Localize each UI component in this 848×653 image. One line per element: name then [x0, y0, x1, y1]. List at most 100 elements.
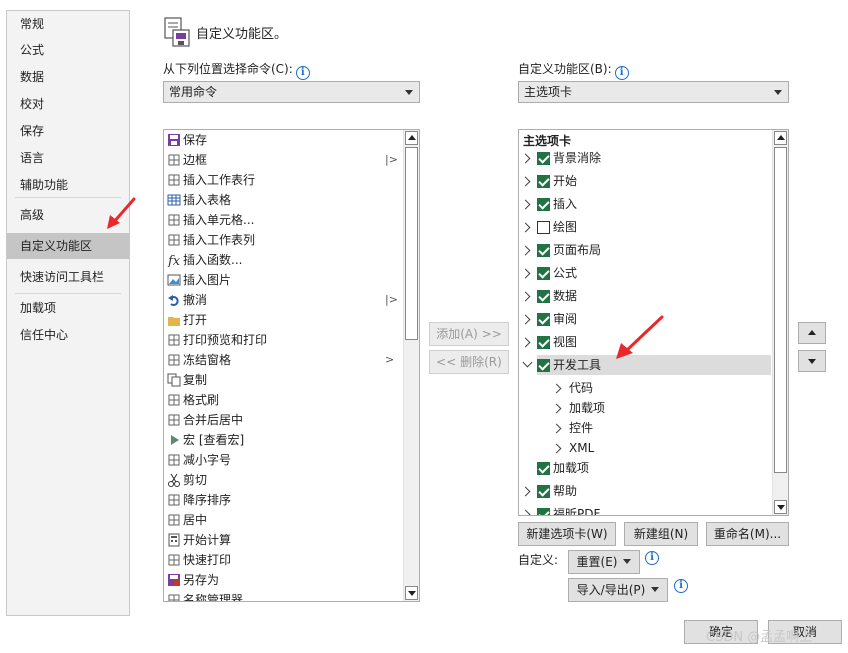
chevron-right-icon[interactable] [520, 337, 531, 348]
chevron-right-icon[interactable] [520, 509, 531, 515]
new-group-button[interactable]: 新建组(N) [624, 522, 698, 546]
chevron-right-icon[interactable] [520, 199, 531, 210]
tree-tab-item[interactable]: 绘图 [519, 217, 771, 237]
chevron-right-icon[interactable] [520, 222, 531, 233]
import-export-button[interactable]: 导入/导出(P) [568, 578, 668, 602]
list-item[interactable]: 插入工作表行 [165, 170, 403, 190]
chevron-right-icon[interactable] [551, 403, 562, 414]
checkbox[interactable] [537, 462, 550, 475]
nav-item[interactable]: 数据 [7, 64, 129, 90]
chevron-right-icon[interactable] [551, 383, 562, 394]
info-icon[interactable]: i [674, 579, 688, 593]
tree-tab-item[interactable]: 加载项 [519, 458, 771, 478]
list-item[interactable]: fx 插入函数... [165, 250, 403, 270]
checkbox[interactable] [537, 359, 550, 372]
info-icon[interactable]: i [295, 66, 310, 80]
scroll-thumb[interactable] [405, 147, 418, 340]
nav-item[interactable]: 辅助功能 [7, 172, 129, 198]
list-item[interactable]: 复制 [165, 370, 403, 390]
tree-tab-item[interactable]: 页面布局 [519, 240, 771, 260]
nav-item[interactable]: 常规 [7, 11, 129, 37]
list-item[interactable]: 快速打印 [165, 550, 403, 570]
tree-tab-item[interactable]: 开始 [519, 171, 771, 191]
checkbox[interactable] [537, 508, 550, 515]
info-icon[interactable]: i [645, 551, 659, 565]
tree-tab-item[interactable]: 福昕PDF [519, 504, 771, 515]
checkbox[interactable] [537, 267, 550, 280]
list-item[interactable]: 插入图片 [165, 270, 403, 290]
list-item[interactable]: 撤消 |> [165, 290, 403, 310]
chevron-right-icon[interactable] [520, 245, 531, 256]
list-item[interactable]: 插入表格 [165, 190, 403, 210]
new-tab-button[interactable]: 新建选项卡(W) [518, 522, 616, 546]
checkbox[interactable] [537, 290, 550, 303]
tree-tab-item[interactable]: 背景消除 [519, 148, 771, 168]
commands-list[interactable]: 保存 边框 |> 插入工作表行 插入表格 插入单元格... 插入工作表列 fx 插入函数... 插… [163, 129, 420, 602]
tree-group-item[interactable]: 加载项 [519, 398, 771, 418]
tree-tab-item[interactable]: 插入 [519, 194, 771, 214]
nav-item[interactable]: 公式 [7, 37, 129, 63]
list-item[interactable]: 另存为 [165, 570, 403, 590]
chevron-right-icon[interactable] [520, 314, 531, 325]
list-item[interactable]: 打印预览和打印 [165, 330, 403, 350]
checkbox[interactable] [537, 221, 550, 234]
add-button[interactable]: 添加(A) >> [429, 322, 509, 346]
chevron-down-icon[interactable] [522, 357, 533, 368]
tree-group-item[interactable]: 控件 [519, 418, 771, 438]
list-item[interactable]: 插入工作表列 [165, 230, 403, 250]
commands-scrollbar[interactable] [403, 130, 419, 601]
tree-group-item[interactable]: XML [519, 438, 771, 458]
chevron-right-icon[interactable] [551, 443, 562, 454]
checkbox[interactable] [537, 175, 550, 188]
chevron-right-icon[interactable] [520, 153, 531, 164]
tree-tab-item[interactable]: 公式 [519, 263, 771, 283]
list-item[interactable]: 降序排序 [165, 490, 403, 510]
nav-item[interactable]: 信任中心 [7, 322, 129, 348]
checkbox[interactable] [537, 485, 550, 498]
chevron-right-icon[interactable] [551, 423, 562, 434]
list-item[interactable]: 居中 [165, 510, 403, 530]
nav-item[interactable]: 语言 [7, 145, 129, 171]
list-item[interactable]: 剪切 [165, 470, 403, 490]
checkbox[interactable] [537, 152, 550, 165]
list-item[interactable]: 减小字号 [165, 450, 403, 470]
choose-commands-combo[interactable]: 常用命令 [163, 81, 420, 103]
rename-button[interactable]: 重命名(M)... [706, 522, 789, 546]
checkbox[interactable] [537, 336, 550, 349]
scroll-up-button[interactable] [405, 131, 418, 145]
list-item[interactable]: 打开 [165, 310, 403, 330]
move-down-button[interactable] [798, 350, 826, 372]
tree-tab-item[interactable]: 数据 [519, 286, 771, 306]
checkbox[interactable] [537, 313, 550, 326]
scroll-thumb[interactable] [774, 147, 787, 473]
scroll-down-button[interactable] [774, 500, 787, 514]
tree-scrollbar[interactable] [772, 130, 788, 515]
list-item[interactable]: 保存 [165, 130, 403, 150]
chevron-right-icon[interactable] [520, 176, 531, 187]
reset-button[interactable]: 重置(E) [568, 550, 640, 574]
info-icon[interactable]: i [614, 66, 629, 80]
nav-item[interactable]: 加载项 [7, 295, 129, 321]
nav-item[interactable]: 校对 [7, 91, 129, 117]
tree-tab-item[interactable]: 帮助 [519, 481, 771, 501]
nav-item[interactable]: 快速访问工具栏 [7, 264, 129, 290]
list-item[interactable]: 合并后居中 [165, 410, 403, 430]
remove-button[interactable]: << 删除(R) [429, 350, 509, 374]
checkbox[interactable] [537, 244, 550, 257]
move-up-button[interactable] [798, 322, 826, 344]
list-item[interactable]: 名称管理器 [165, 590, 403, 601]
ribbon-tabs-combo[interactable]: 主选项卡 [518, 81, 789, 103]
list-item[interactable]: 冻结窗格 > [165, 350, 403, 370]
list-item[interactable]: 格式刷 [165, 390, 403, 410]
scroll-up-button[interactable] [774, 131, 787, 145]
chevron-right-icon[interactable] [520, 486, 531, 497]
nav-item[interactable]: 自定义功能区 [7, 233, 129, 259]
checkbox[interactable] [537, 198, 550, 211]
nav-item[interactable]: 保存 [7, 118, 129, 144]
list-item[interactable]: 开始计算 [165, 530, 403, 550]
chevron-right-icon[interactable] [520, 268, 531, 279]
list-item[interactable]: 插入单元格... [165, 210, 403, 230]
scroll-down-button[interactable] [405, 586, 418, 600]
tree-group-item[interactable]: 代码 [519, 378, 771, 398]
list-item[interactable]: 边框 |> [165, 150, 403, 170]
